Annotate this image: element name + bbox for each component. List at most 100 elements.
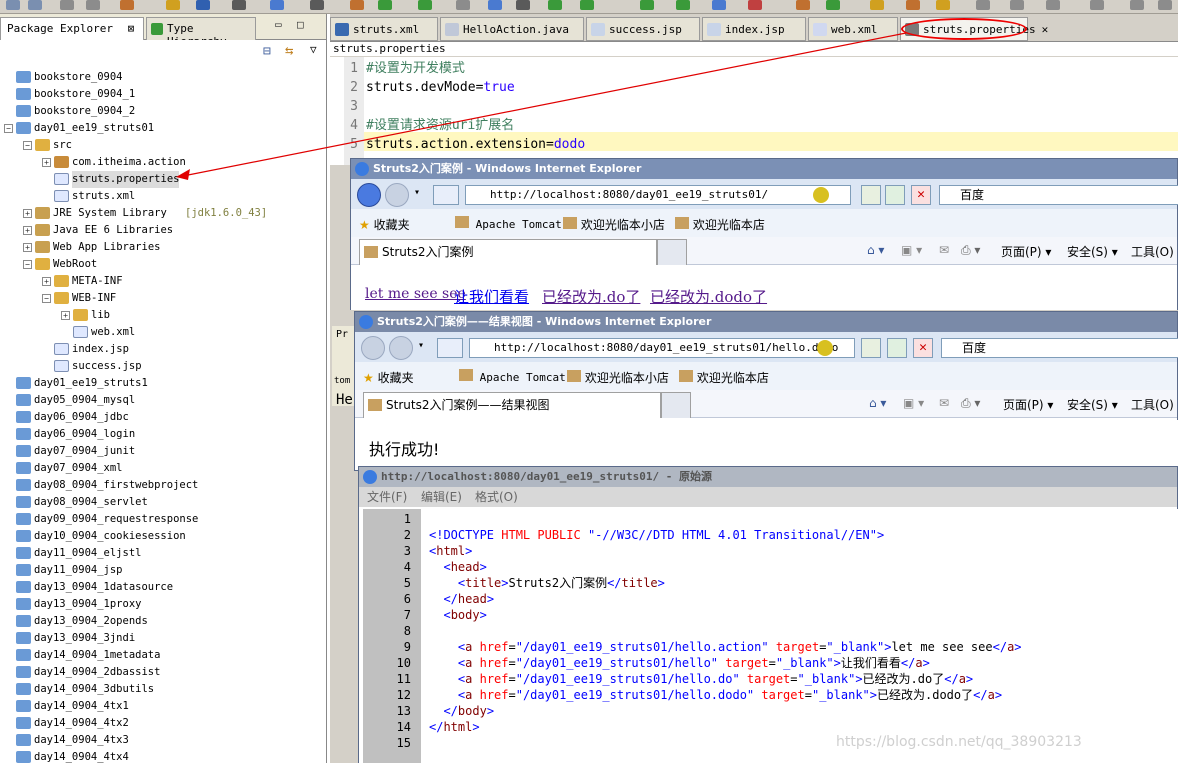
tree-item[interactable]: + META-INF bbox=[0, 273, 326, 290]
collapse-all-icon[interactable]: ⊟ bbox=[263, 44, 271, 59]
print-icon[interactable]: ⎙ ▾ bbox=[961, 243, 980, 258]
feed-icon[interactable]: ▣ ▾ bbox=[901, 243, 922, 257]
search-input[interactable]: 百度 bbox=[941, 338, 1178, 358]
toolbar-icon[interactable] bbox=[418, 0, 432, 10]
toolbar-icon[interactable] bbox=[350, 0, 364, 10]
tree-item[interactable]: day13_0904_2opends bbox=[0, 613, 326, 630]
source-code-view[interactable]: 1 2 <!DOCTYPE HTML PUBLIC "-//W3C//DTD HTM… bbox=[359, 509, 1178, 763]
link-hello-dodo[interactable]: 已经改为.dodo了 bbox=[650, 286, 767, 307]
properties-editor[interactable]: 1 #设置为开发模式 2 struts.devMode=true 3 4 #设置请求资源ur… bbox=[330, 57, 1178, 165]
home-icon[interactable]: ⌂ ▾ bbox=[869, 396, 886, 410]
menu-edit[interactable]: 编辑(E) bbox=[421, 487, 462, 507]
expand-icon[interactable]: + bbox=[23, 226, 32, 235]
tree-item[interactable]: day08_0904_firstwebproject bbox=[0, 477, 326, 494]
toolbar-icon[interactable] bbox=[86, 0, 100, 10]
tree-item[interactable]: day14_0904_4tx2 bbox=[0, 715, 326, 732]
collapse-icon[interactable]: − bbox=[23, 260, 32, 269]
tab-type-hierarchy[interactable]: Type Hierarchy bbox=[146, 17, 256, 48]
tree-item[interactable]: bookstore_0904_1 bbox=[0, 86, 326, 103]
editor-tab[interactable]: struts.xml bbox=[330, 17, 438, 41]
expand-icon[interactable]: + bbox=[42, 277, 51, 286]
tree-item[interactable]: success.jsp bbox=[0, 358, 326, 375]
maximize-icon[interactable]: □ bbox=[297, 18, 304, 31]
toolbar-icon[interactable] bbox=[1130, 0, 1144, 10]
back-icon[interactable] bbox=[357, 183, 381, 207]
dropdown-icon[interactable]: ▾ bbox=[414, 187, 420, 198]
tree-item[interactable]: day01_ee19_struts1 bbox=[0, 375, 326, 392]
compat-icon[interactable] bbox=[437, 338, 463, 358]
close-icon[interactable]: ⊠ bbox=[128, 22, 135, 35]
covered-tab-label[interactable]: Pr bbox=[336, 329, 348, 340]
menu-format[interactable]: 格式(O) bbox=[475, 487, 518, 507]
toolbar-icon[interactable] bbox=[120, 0, 134, 10]
tree-item[interactable]: struts.properties bbox=[0, 171, 326, 188]
tree-item[interactable]: + Web App Libraries bbox=[0, 239, 326, 256]
editor-tab[interactable]: success.jsp bbox=[586, 17, 700, 41]
toolbar-icon[interactable] bbox=[976, 0, 990, 10]
fav-link[interactable]: Apache Tomcat bbox=[455, 216, 562, 231]
url-input[interactable]: http://localhost:8080/day01_ee19_struts0… bbox=[465, 185, 851, 205]
collapse-icon[interactable]: − bbox=[4, 124, 13, 133]
forward-icon[interactable] bbox=[385, 183, 409, 207]
go-icon[interactable] bbox=[813, 187, 829, 203]
tree-item[interactable]: − WEB-INF bbox=[0, 290, 326, 307]
link-hello-action[interactable]: let me see see bbox=[365, 286, 466, 302]
tree-item[interactable]: day13_0904_1datasource bbox=[0, 579, 326, 596]
page-menu[interactable]: 页面(P) ▾ bbox=[1003, 396, 1053, 413]
toolbar-icon[interactable] bbox=[60, 0, 74, 10]
tree-item[interactable]: day11_0904_eljstl bbox=[0, 545, 326, 562]
covered-tab-label[interactable]: tom bbox=[334, 376, 350, 386]
tree-item[interactable]: day05_0904_mysql bbox=[0, 392, 326, 409]
toolbar-icon[interactable] bbox=[232, 0, 246, 10]
tree-item[interactable]: − src bbox=[0, 137, 326, 154]
tree-item[interactable]: day11_0904_jsp bbox=[0, 562, 326, 579]
mail-icon[interactable]: ✉ bbox=[939, 396, 949, 410]
fav-link[interactable]: 欢迎光临本店 bbox=[679, 369, 769, 386]
editor-tab[interactable]: index.jsp bbox=[702, 17, 806, 41]
toolbar-icon[interactable] bbox=[748, 0, 762, 10]
editor-tab[interactable]: HelloAction.java bbox=[440, 17, 584, 41]
editor-tab[interactable]: web.xml bbox=[808, 17, 898, 41]
toolbar-icon[interactable] bbox=[1046, 0, 1060, 10]
tools-menu[interactable]: 工具(O) bbox=[1131, 243, 1174, 260]
tree-item[interactable]: day06_0904_login bbox=[0, 426, 326, 443]
refresh-icon[interactable] bbox=[861, 338, 881, 358]
tree-item[interactable]: day13_0904_1proxy bbox=[0, 596, 326, 613]
toolbar-icon[interactable] bbox=[580, 0, 594, 10]
tree-item[interactable]: day13_0904_3jndi bbox=[0, 630, 326, 647]
compat-icon[interactable] bbox=[433, 185, 459, 205]
link-hello[interactable]: 让我们看看 bbox=[454, 286, 529, 307]
toolbar-icon[interactable] bbox=[516, 0, 530, 10]
tree-item[interactable]: struts.xml bbox=[0, 188, 326, 205]
tree-item[interactable]: + com.itheima.action bbox=[0, 154, 326, 171]
dropdown-icon[interactable]: ▾ bbox=[418, 340, 424, 351]
tree-item[interactable]: bookstore_0904_2 bbox=[0, 103, 326, 120]
tree-item[interactable]: day14_0904_2dbassist bbox=[0, 664, 326, 681]
toolbar-icon[interactable] bbox=[270, 0, 284, 10]
mail-icon[interactable]: ✉ bbox=[939, 243, 949, 257]
refresh-icon[interactable] bbox=[861, 185, 881, 205]
back-icon[interactable] bbox=[361, 336, 385, 360]
safety-menu[interactable]: 安全(S) ▾ bbox=[1067, 243, 1118, 260]
tree-item[interactable]: + lib bbox=[0, 307, 326, 324]
tree-item[interactable]: day08_0904_servlet bbox=[0, 494, 326, 511]
tree-item[interactable]: day14_0904_4tx4 bbox=[0, 749, 326, 766]
toolbar-icon[interactable] bbox=[456, 0, 470, 10]
page-tab[interactable]: Struts2入门案例——结果视图 bbox=[363, 392, 661, 418]
expand-icon[interactable]: + bbox=[61, 311, 70, 320]
page-menu[interactable]: 页面(P) ▾ bbox=[1001, 243, 1051, 260]
stop-icon[interactable]: ✕ bbox=[911, 185, 931, 205]
toolbar-icon[interactable] bbox=[796, 0, 810, 10]
tree-item[interactable]: day06_0904_jdbc bbox=[0, 409, 326, 426]
tree-item[interactable]: day07_0904_xml bbox=[0, 460, 326, 477]
fav-link[interactable]: Apache Tomcat bbox=[459, 369, 566, 384]
stop-icon[interactable]: ✕ bbox=[913, 338, 933, 358]
toolbar-icon[interactable] bbox=[870, 0, 884, 10]
new-tab-button[interactable] bbox=[657, 239, 687, 265]
view-menu-icon[interactable]: ▽ bbox=[310, 43, 317, 56]
search-input[interactable]: 百度 bbox=[939, 185, 1178, 205]
reload-icon[interactable] bbox=[885, 185, 905, 205]
toolbar-icon[interactable] bbox=[640, 0, 654, 10]
tree-item[interactable]: − day01_ee19_struts01 bbox=[0, 120, 326, 137]
tree-item[interactable]: day14_0904_3dbutils bbox=[0, 681, 326, 698]
